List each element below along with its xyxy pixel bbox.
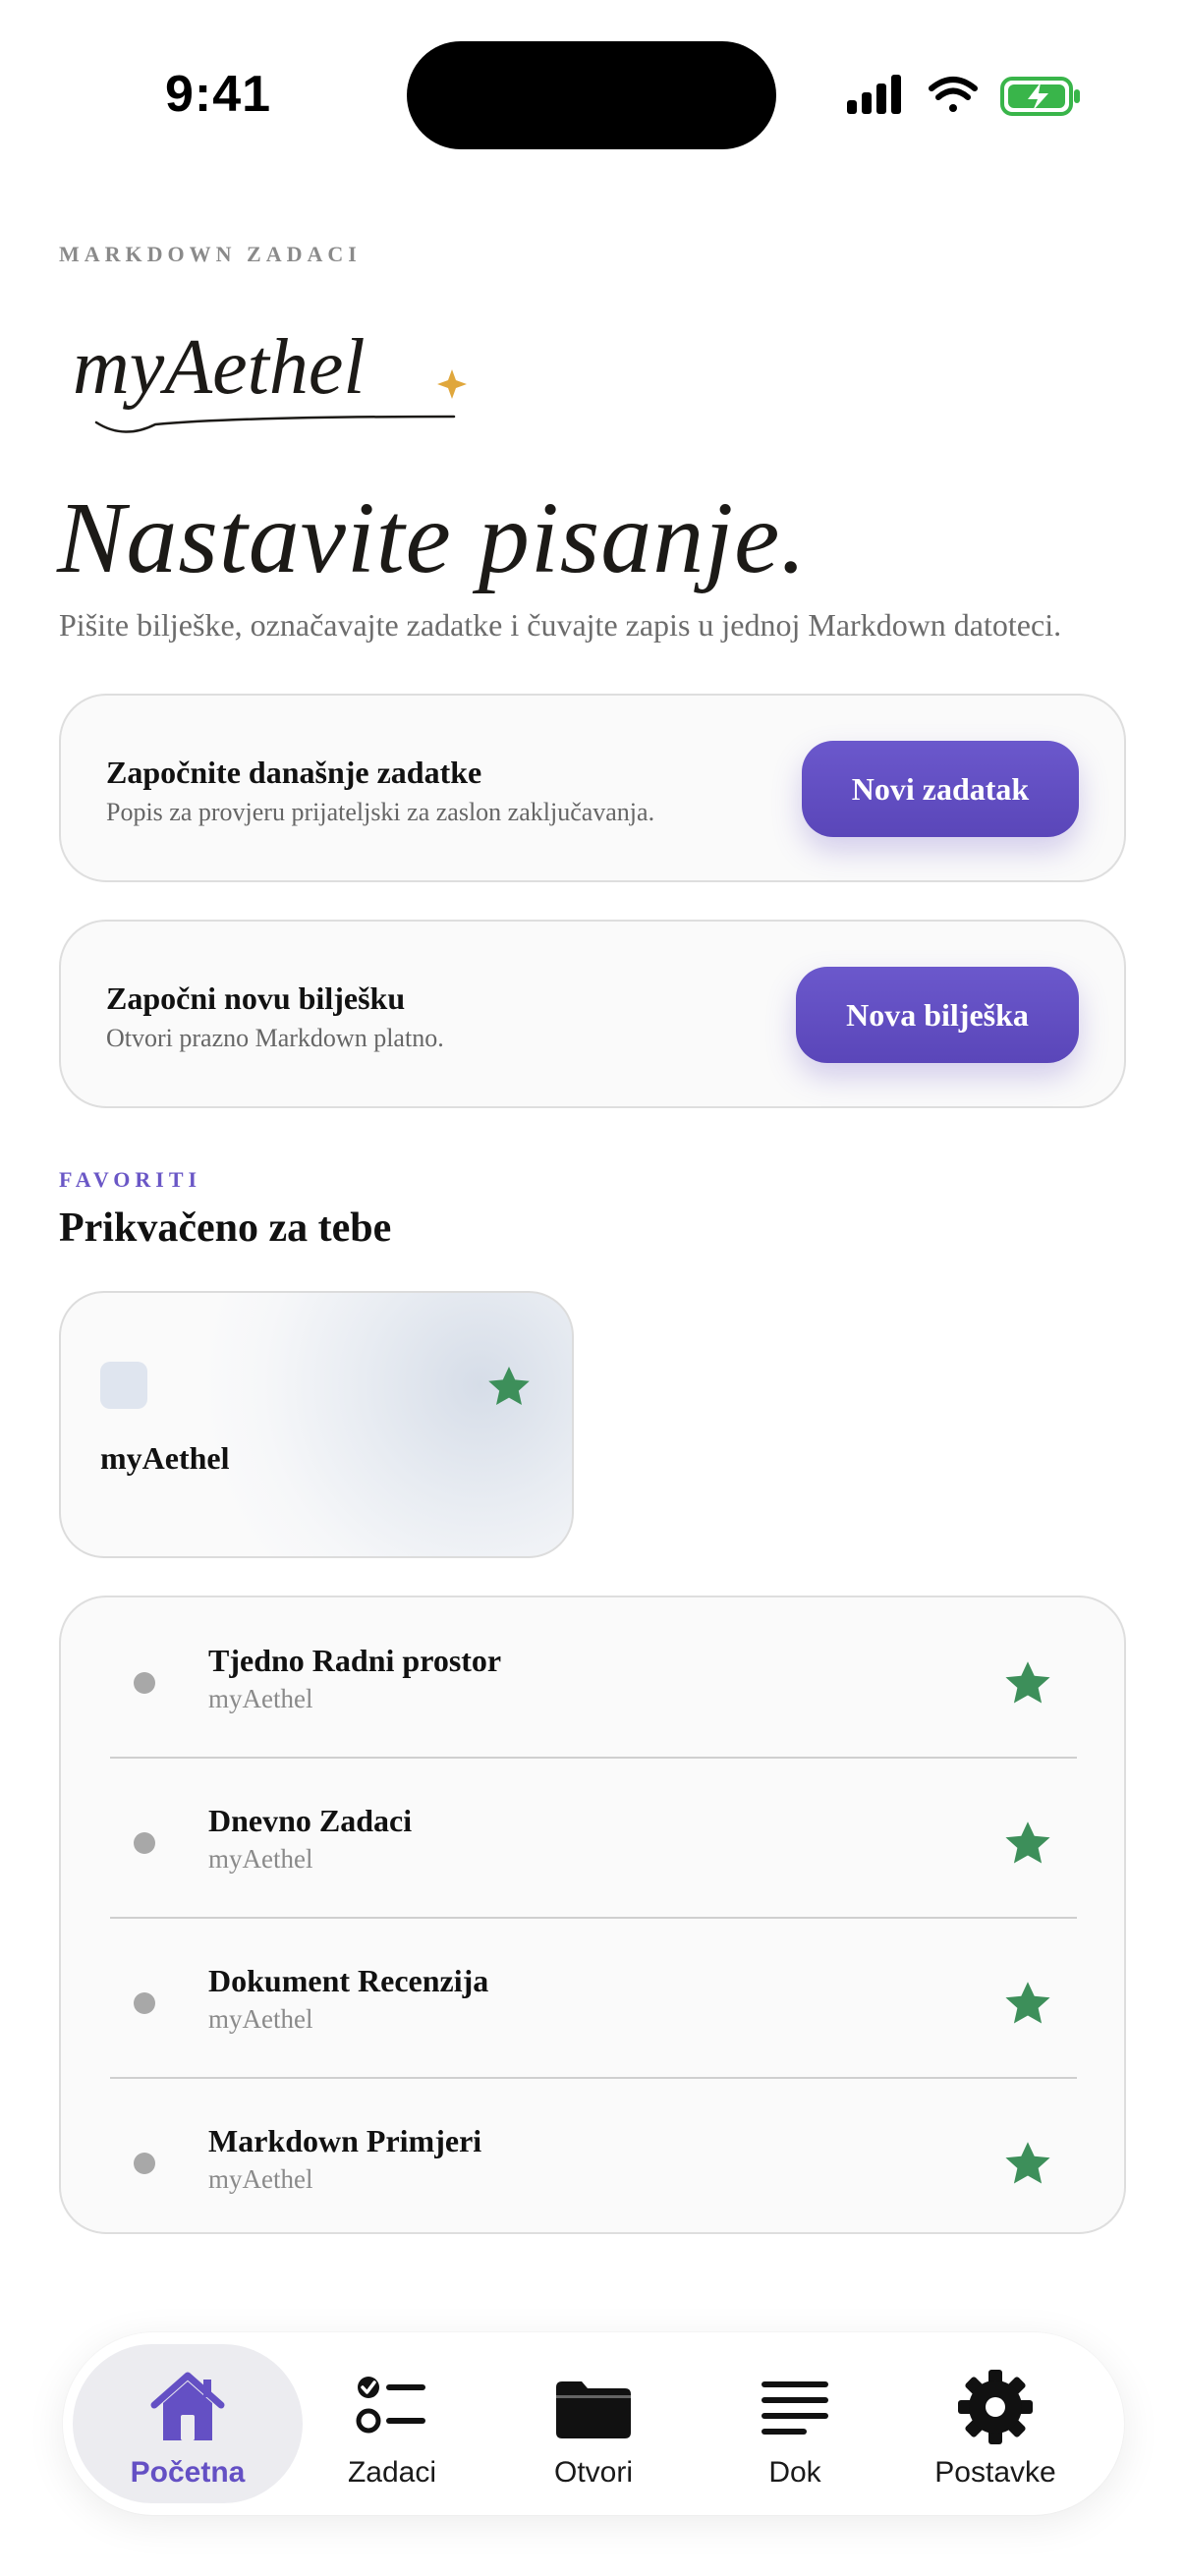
start-tasks-card: Započnite današnje zadatke Popis za prov… bbox=[59, 694, 1126, 882]
status-bar: 9:41 bbox=[0, 0, 1185, 149]
list-item-subtitle: myAethel bbox=[208, 1844, 313, 1874]
logo-sparkle-icon bbox=[437, 369, 467, 399]
cellular-signal-icon bbox=[847, 75, 901, 114]
tab-label: Početna bbox=[130, 2456, 246, 2489]
tab-doc[interactable]: Dok bbox=[680, 2344, 910, 2503]
home-icon bbox=[150, 2372, 225, 2440]
app-eyebrow: MARKDOWN ZADACI bbox=[59, 242, 362, 266]
tab-label: Dok bbox=[768, 2456, 821, 2489]
tab-label: Otvori bbox=[553, 2456, 633, 2489]
favorites-title: Prikvačeno za tebe bbox=[59, 1205, 392, 1251]
dynamic-island bbox=[407, 41, 776, 149]
start-note-card: Započni novu bilješku Otvori prazno Mark… bbox=[59, 920, 1126, 1108]
star-icon[interactable] bbox=[485, 1364, 533, 1411]
bullet-icon bbox=[134, 2153, 155, 2174]
pinned-card-title: myAethel bbox=[100, 1440, 230, 1476]
star-icon[interactable] bbox=[1002, 2139, 1053, 2190]
card-title: Započni novu bilješku bbox=[106, 980, 406, 1016]
bullet-icon bbox=[134, 1832, 155, 1854]
star-icon[interactable] bbox=[1002, 1819, 1053, 1870]
tab-home[interactable]: Početna bbox=[73, 2344, 303, 2503]
list-item[interactable]: Markdown Primjeri myAethel bbox=[61, 2078, 1124, 2238]
document-lines-icon bbox=[762, 2381, 828, 2435]
folder-icon bbox=[556, 2381, 631, 2438]
tab-open[interactable]: Otvori bbox=[479, 2344, 708, 2503]
status-icons bbox=[847, 75, 1080, 116]
list-item-title: Markdown Primjeri bbox=[208, 2123, 482, 2158]
list-item-subtitle: myAethel bbox=[208, 1684, 313, 1713]
tab-settings[interactable]: Postavke bbox=[880, 2344, 1110, 2503]
card-subtitle: Otvori prazno Markdown platno. bbox=[106, 1024, 444, 1052]
status-time: 9:41 bbox=[165, 66, 272, 123]
favorites-list: Tjedno Radni prostor myAethel Dnevno Zad… bbox=[59, 1596, 1126, 2234]
tab-bar: Početna Zadaci Otvori Dok Postavke bbox=[63, 2332, 1124, 2515]
pinned-card[interactable]: myAethel bbox=[59, 1291, 574, 1558]
list-item-subtitle: myAethel bbox=[208, 2004, 313, 2034]
list-item[interactable]: Tjedno Radni prostor myAethel bbox=[61, 1597, 1124, 1758]
bullet-icon bbox=[134, 1672, 155, 1694]
favorites-eyebrow: FAVORITI bbox=[59, 1167, 202, 1192]
list-item-title: Tjedno Radni prostor bbox=[208, 1643, 502, 1678]
tab-tasks[interactable]: Zadaci bbox=[277, 2344, 507, 2503]
wifi-icon bbox=[929, 77, 978, 112]
card-subtitle: Popis za provjeru prijateljski za zaslon… bbox=[106, 798, 655, 826]
new-task-button[interactable]: Novi zadatak bbox=[802, 741, 1079, 837]
list-item-title: Dokument Recenzija bbox=[208, 1963, 489, 1998]
page-subtitle: Pišite bilješke, označavajte zadatke i č… bbox=[59, 607, 1062, 643]
document-thumbnail-icon bbox=[100, 1362, 147, 1409]
tab-label: Postavke bbox=[934, 2456, 1056, 2489]
page-title: Nastavite pisanje. bbox=[57, 481, 808, 594]
checklist-icon bbox=[356, 2377, 425, 2434]
battery-charging-icon bbox=[1000, 77, 1080, 116]
card-title: Započnite današnje zadatke bbox=[106, 755, 482, 790]
list-item[interactable]: Dnevno Zadaci myAethel bbox=[61, 1758, 1124, 1918]
tab-label: Zadaci bbox=[347, 2456, 437, 2489]
list-item-title: Dnevno Zadaci bbox=[208, 1803, 413, 1838]
star-icon[interactable] bbox=[1002, 1979, 1053, 2030]
star-icon[interactable] bbox=[1002, 1658, 1053, 1709]
bullet-icon bbox=[134, 1992, 155, 2014]
logo-text: myAethel bbox=[73, 324, 366, 411]
new-note-button[interactable]: Nova bilješka bbox=[796, 967, 1079, 1063]
list-item[interactable]: Dokument Recenzija myAethel bbox=[61, 1918, 1124, 2078]
gear-icon bbox=[958, 2370, 1033, 2444]
list-item-subtitle: myAethel bbox=[208, 2164, 313, 2194]
app-logo: myAethel bbox=[73, 324, 467, 433]
